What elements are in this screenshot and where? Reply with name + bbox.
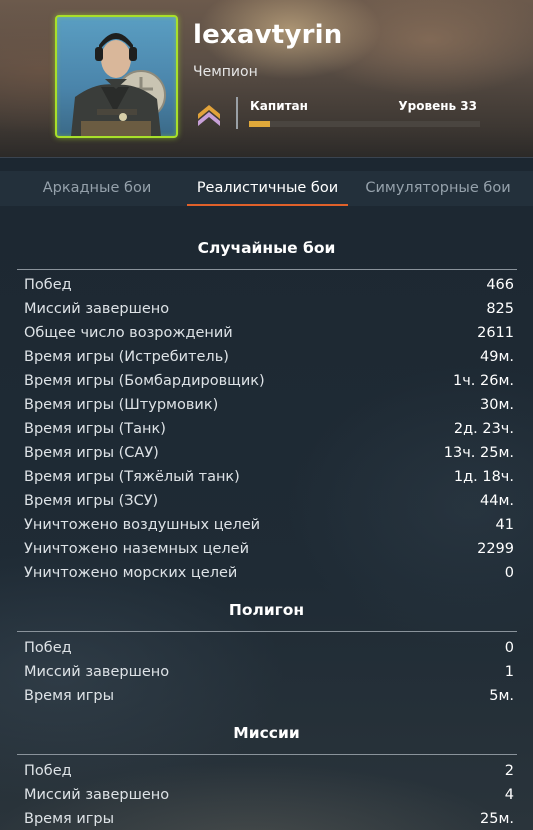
stat-value: 1д. 18ч. [453,469,514,485]
stat-value: 0 [504,640,514,656]
stat-label: Время игры [24,811,115,827]
stat-label: Общее число возрождений [24,325,233,341]
player-title: Чемпион [193,64,258,80]
stat-value: 466 [486,277,514,293]
stat-row: Побед 0 [24,638,514,662]
stat-value: 2299 [477,541,514,557]
stat-label: Время игры (САУ) [24,445,159,461]
section-divider [17,269,517,270]
stat-value: 25м. [480,811,514,827]
stat-label: Миссий завершено [24,664,170,680]
stat-label: Уничтожено воздушных целей [24,517,261,533]
stat-row: Побед 466 [24,275,514,299]
profile-header: lexavtyrin Чемпион Капитан Уровень 33 [0,0,533,158]
stat-label: Миссий завершено [24,301,170,317]
stat-row: Миссий завершено 4 [24,785,514,809]
stat-value: 4 [504,787,514,803]
stat-value: 1ч. 26м. [452,373,514,389]
stat-label: Время игры [24,688,115,704]
stat-value: 2 [504,763,514,779]
stat-label: Побед [24,640,72,656]
stat-row: Уничтожено наземных целей 2299 [24,539,514,563]
stat-row: Уничтожено воздушных целей 41 [24,515,514,539]
stat-row: Время игры (ЗСУ) 44м. [24,491,514,515]
stat-row: Время игры (Танк) 2д. 23ч. [24,419,514,443]
stat-label: Уничтожено наземных целей [24,541,250,557]
stat-row: Время игры 25м. [24,809,514,830]
stat-row: Уничтожено морских целей 0 [24,563,514,587]
avatar[interactable] [55,15,178,138]
stat-value: 1 [504,664,514,680]
stats-panel[interactable]: Случайные бои Побед 466 Миссий завершено 825… [0,206,533,830]
player-level: Уровень 33 [398,99,477,113]
stat-value: 5м. [489,688,514,704]
rank-chevron-icon [198,105,220,126]
tab-realistic[interactable]: Реалистичные бои [187,171,348,206]
section-title: Случайные бои [197,239,336,257]
stat-row: Время игры (Штурмовик) 30м. [24,395,514,419]
section-divider [17,631,517,632]
stat-row: Время игры (Тяжёлый танк) 1д. 18ч. [24,467,514,491]
stat-row: Время игры 5м. [24,686,514,710]
stat-label: Время игры (Истребитель) [24,349,229,365]
stat-row: Побед 2 [24,761,514,785]
stat-row: Миссий завершено 825 [24,299,514,323]
stat-label: Побед [24,277,72,293]
tab-arcade[interactable]: Аркадные бои [22,171,172,206]
stat-value: 825 [486,301,514,317]
stat-value: 49м. [480,349,514,365]
section-title: Полигон [228,601,305,619]
stat-row: Время игры (Бомбардировщик) 1ч. 26м. [24,371,514,395]
stat-label: Время игры (Танк) [24,421,166,437]
stat-value: 41 [495,517,514,533]
tab-simulator[interactable]: Симуляторные бои [362,171,514,206]
stat-value: 2д. 23ч. [453,421,514,437]
stat-value: 2611 [477,325,514,341]
stat-label: Время игры (ЗСУ) [24,493,159,509]
stat-label: Побед [24,763,72,779]
stat-value: 13ч. 25м. [443,445,514,461]
level-progress-bar [249,121,480,127]
stat-value: 30м. [480,397,514,413]
stat-label: Миссий завершено [24,787,170,803]
level-progress-fill [249,121,270,127]
stat-label: Время игры (Штурмовик) [24,397,219,413]
stat-value: 0 [504,565,514,581]
section-divider [17,754,517,755]
stat-label: Уничтожено морских целей [24,565,238,581]
stat-row: Время игры (САУ) 13ч. 25м. [24,443,514,467]
soldier-portrait-icon [71,33,166,136]
stat-value: 44м. [480,493,514,509]
username: lexavtyrin [193,20,343,50]
rank-name: Капитан [250,99,308,113]
stat-row: Миссий завершено 1 [24,662,514,686]
stat-label: Время игры (Бомбардировщик) [24,373,265,389]
stat-label: Время игры (Тяжёлый танк) [24,469,240,485]
stat-row: Время игры (Истребитель) 49м. [24,347,514,371]
section-title: Миссии [233,724,300,742]
mode-tabs: Аркадные бои Реалистичные бои Симуляторн… [0,171,533,206]
stat-row: Общее число возрождений 2611 [24,323,514,347]
header-divider [236,97,238,129]
